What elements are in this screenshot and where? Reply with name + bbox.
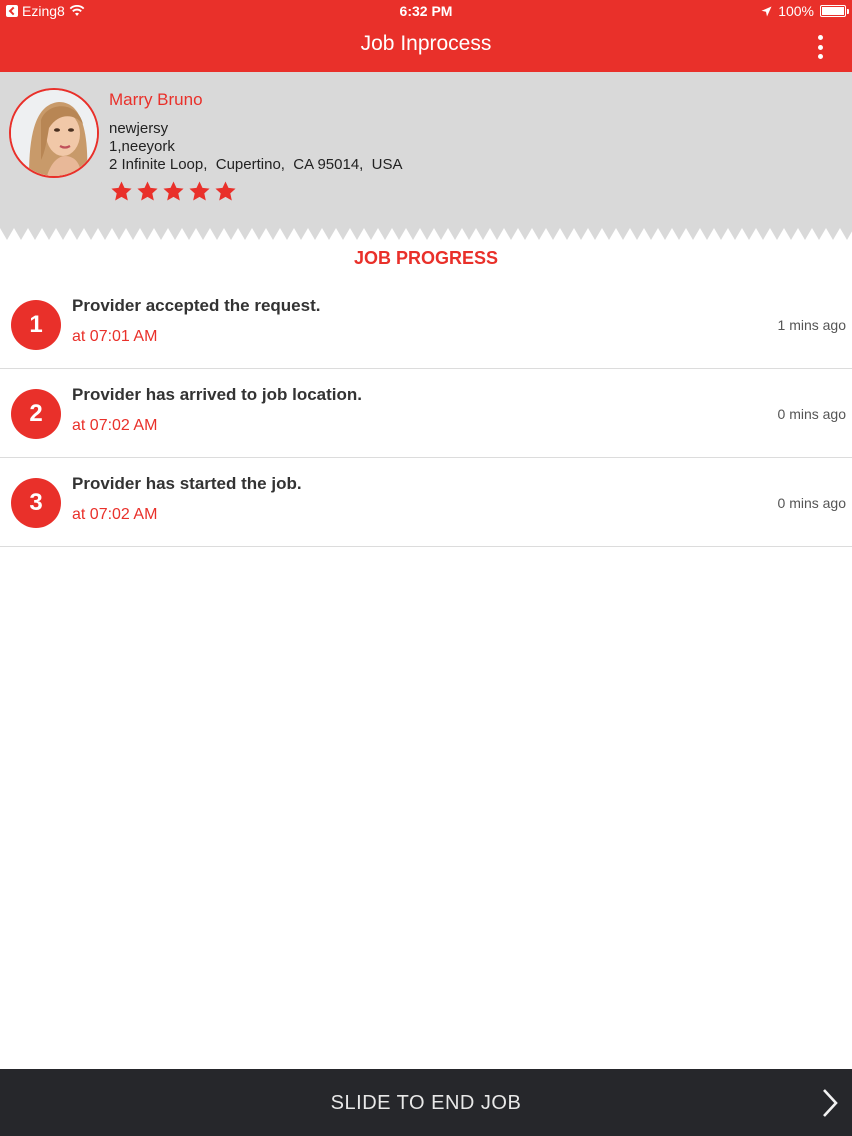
progress-ago: 0 mins ago [777,406,846,422]
progress-title: Provider has arrived to job location. [72,385,363,404]
battery-icon [820,5,849,17]
progress-time: at 07:02 AM [72,506,158,523]
avatar-photo [11,90,97,176]
star-icon [111,181,132,201]
progress-time: at 07:02 AM [72,417,158,434]
progress-time: at 07:01 AM [72,328,158,345]
top-bar: Ezing8 6:32 PM 100% Job Inprocess [0,0,852,72]
status-right: 100% [761,3,849,19]
star-icon [189,181,210,201]
progress-ago: 0 mins ago [777,495,846,511]
star-icon [163,181,184,201]
status-bar: Ezing8 6:32 PM 100% [0,0,852,24]
section-title: JOB PROGRESS [353,248,499,268]
progress-title: Provider has started the job. [72,474,302,493]
slide-to-end-job[interactable]: SLIDE TO END JOB [0,1069,852,1136]
kebab-dot [817,35,823,40]
avatar [9,88,99,178]
progress-item: 3 Provider has started the job. at 07:02… [0,458,852,547]
address-line-3: 2 Infinite Loop, Cupertino, CA 95014, US… [109,156,403,173]
step-number: 2 [11,389,61,439]
chevron-right-icon[interactable] [820,1087,840,1119]
rating-stars [110,180,237,203]
progress-ago: 1 mins ago [777,317,846,333]
battery-percent: 100% [778,3,814,19]
step-number: 3 [11,478,61,528]
zigzag-divider [0,228,852,244]
step-number: 1 [11,300,61,350]
status-time: 6:32 PM [399,3,453,19]
progress-item: 1 Provider accepted the request. at 07:0… [0,280,852,369]
star-icon [137,181,158,201]
battery-fill [822,7,844,15]
more-vertical-icon[interactable] [812,35,828,59]
slide-label: SLIDE TO END JOB [330,1092,522,1114]
provider-name: Marry Bruno [109,90,203,109]
location-arrow-icon [761,6,772,16]
kebab-dot [817,44,823,50]
address-line-2: 1,neeyork [109,138,175,155]
kebab-dot [817,54,823,59]
page-title: Job Inprocess [360,32,492,55]
progress-list: 1 Provider accepted the request. at 07:0… [0,280,852,547]
address-line-1: newjersy [109,120,169,137]
progress-title: Provider accepted the request. [72,296,321,315]
progress-item: 2 Provider has arrived to job location. … [0,369,852,458]
star-icon [215,181,236,201]
provider-profile: Marry Bruno newjersy 1,neeyork 2 Infinit… [0,72,852,230]
